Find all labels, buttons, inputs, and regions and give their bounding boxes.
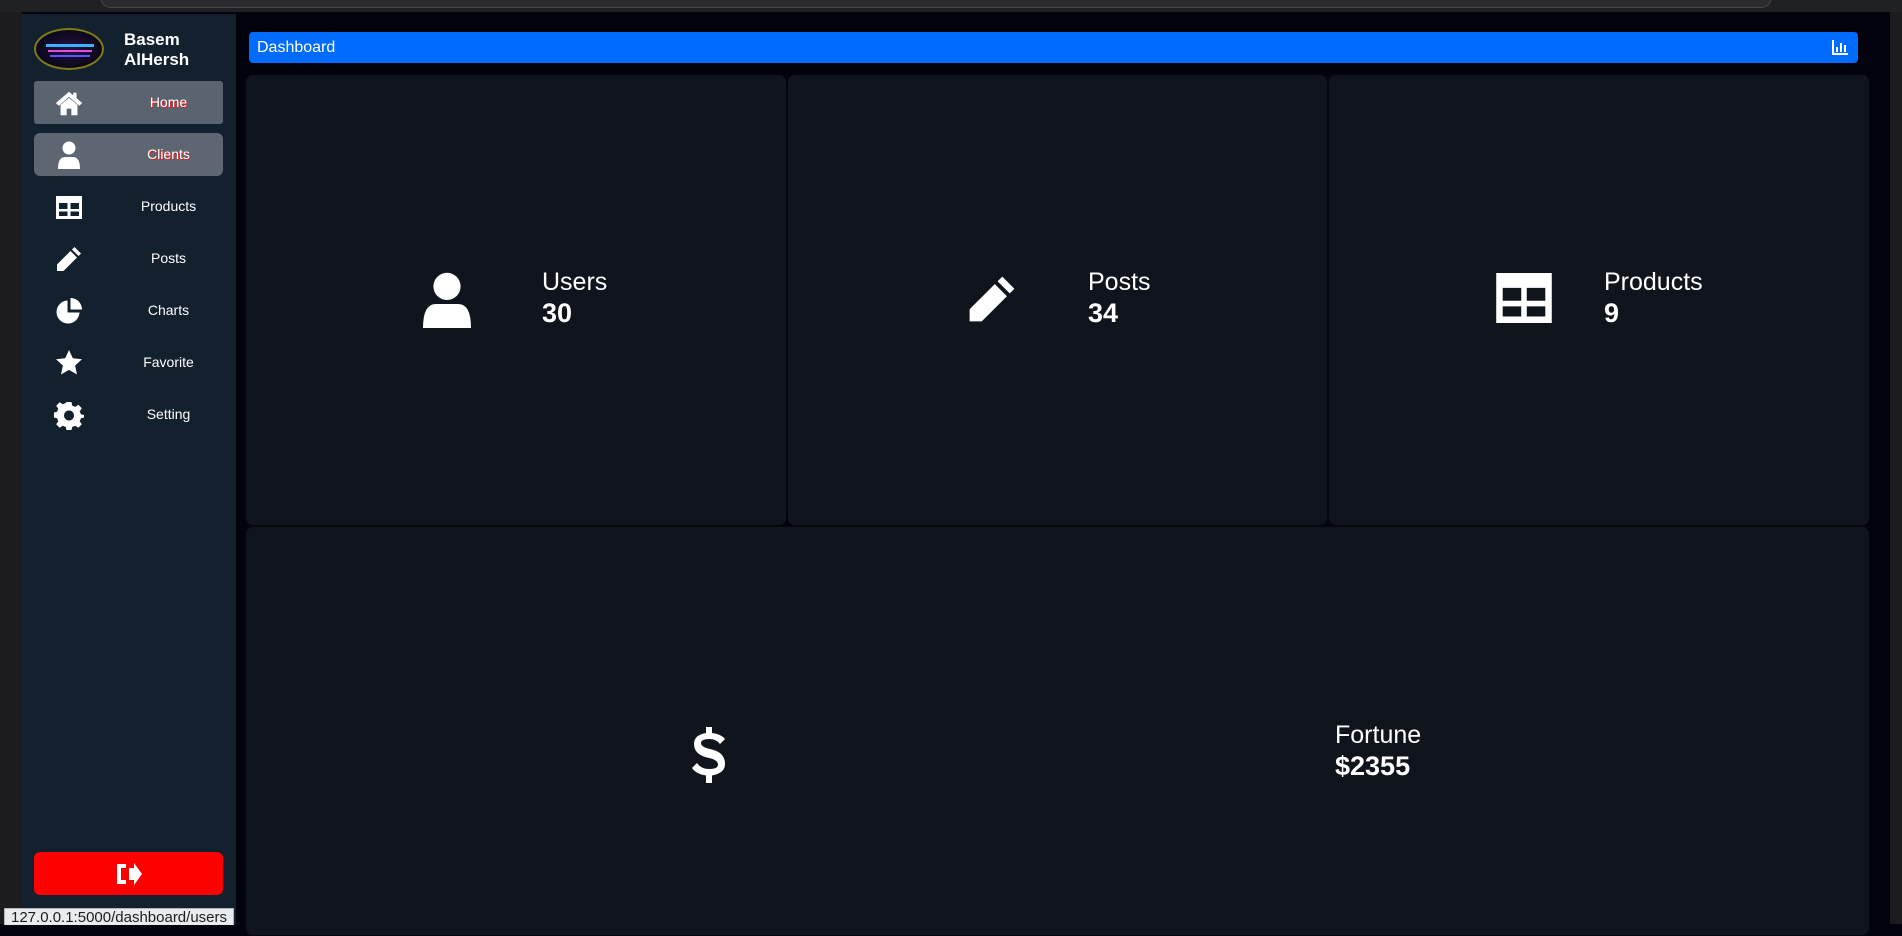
user-icon [54, 140, 84, 170]
sidebar-item-label: Home [149, 94, 188, 110]
sidebar-item-setting[interactable]: Setting [34, 393, 223, 436]
gear-icon [54, 400, 84, 430]
table-icon [1496, 273, 1552, 328]
posts-card[interactable]: Posts 34 [787, 74, 1328, 526]
logout-button[interactable] [34, 852, 223, 895]
window-edge-left [0, 12, 22, 924]
sidebar-item-label: Clients [147, 146, 190, 162]
sidebar-item-clients[interactable]: Clients [34, 133, 223, 176]
star-icon [54, 348, 84, 378]
users-card[interactable]: Users 30 [245, 74, 787, 526]
window-edge-right [1890, 12, 1902, 924]
sidebar-nav: Home Clients Products Posts Charts Favor… [34, 81, 223, 445]
page-title: Dashboard [257, 39, 336, 56]
sidebar-item-label: Setting [146, 406, 191, 422]
pencil-icon [964, 271, 1020, 332]
dashboard-header: Dashboard [249, 32, 1858, 63]
users-label: Users [542, 268, 608, 296]
dollar-icon [691, 727, 727, 788]
avatar-logo-stroke [50, 55, 90, 57]
home-icon [54, 88, 84, 118]
sidebar-item-label: Favorite [143, 354, 194, 370]
table-icon [54, 192, 84, 222]
pie-chart-icon [54, 296, 84, 326]
browser-chrome [0, 0, 1902, 12]
fortune-card[interactable]: Fortune $2355 [245, 526, 1870, 936]
fortune-amount: $2355 [1335, 751, 1411, 781]
sidebar-item-favorite[interactable]: Favorite [34, 341, 223, 384]
avatar-logo-stroke [48, 50, 92, 52]
sidebar-item-label: Products [140, 198, 197, 214]
sidebar-item-products[interactable]: Products [34, 185, 223, 228]
products-label: Products [1604, 268, 1703, 296]
pencil-icon [54, 244, 84, 274]
products-count: 9 [1604, 298, 1620, 328]
fortune-label: Fortune [1335, 721, 1422, 749]
profile: Basem AlHersh [34, 28, 234, 76]
profile-name: Basem AlHersh [124, 30, 190, 69]
bar-chart-icon[interactable] [1832, 40, 1848, 55]
sidebar-item-posts[interactable]: Posts [34, 237, 223, 280]
users-count: 30 [542, 298, 573, 328]
user-icon [423, 272, 471, 333]
sidebar: Basem AlHersh Home Clients Products Post… [22, 14, 236, 924]
sidebar-item-home[interactable]: Home [34, 81, 223, 124]
sidebar-item-label: Charts [147, 302, 190, 318]
status-bar-url: 127.0.0.1:5000/dashboard/users [4, 908, 234, 926]
posts-label: Posts [1088, 268, 1151, 296]
sidebar-item-label: Posts [150, 250, 186, 266]
products-card[interactable]: Products 9 [1328, 74, 1870, 526]
address-bar[interactable] [100, 0, 1772, 8]
avatar-logo-stroke [46, 44, 94, 47]
sign-out-icon [117, 863, 142, 885]
posts-count: 34 [1088, 298, 1119, 328]
sidebar-item-charts[interactable]: Charts [34, 289, 223, 332]
avatar[interactable] [34, 28, 104, 70]
